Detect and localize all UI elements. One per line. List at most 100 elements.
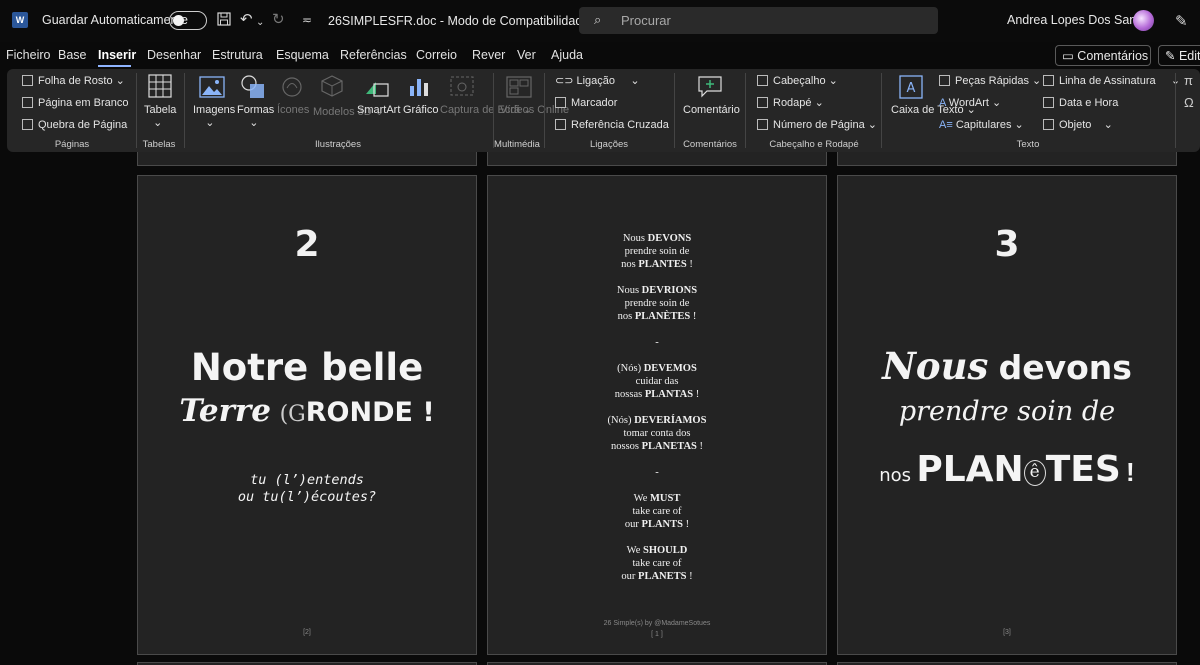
quick-parts-button[interactable]: Peças Rápidas ⌄ (939, 75, 1041, 88)
footer-icon (757, 97, 768, 108)
screenshot-button[interactable]: Captura de Ecrã ⌄ (440, 104, 532, 117)
object-button[interactable]: Objeto ⌄ (1043, 119, 1113, 132)
page-number-button[interactable]: Número de Página ⌄ (757, 119, 877, 132)
text-line: - (488, 336, 826, 349)
cross-reference-button[interactable]: Referência Cruzada (555, 119, 669, 132)
tab-inserir[interactable]: Inserir (98, 48, 136, 62)
tab-esquema[interactable]: Esquema (276, 48, 329, 62)
signature-line-icon (1043, 75, 1054, 86)
line-prefix: Nous (616, 285, 642, 296)
header-button[interactable]: Cabeçalho ⌄ (757, 75, 838, 88)
line-keyword: PLANTS (641, 519, 683, 530)
bookmark-icon (555, 97, 566, 108)
smartart-button[interactable]: SmartArt (357, 104, 400, 117)
online-video-button[interactable]: Vídeos Online (500, 104, 569, 117)
devons-word: devons (998, 348, 1132, 387)
tab-desenhar[interactable]: Desenhar (147, 48, 201, 62)
cover-page-button[interactable]: Folha de Rosto ⌄ (22, 75, 125, 88)
autosave-toggle[interactable] (169, 11, 207, 30)
footer-button[interactable]: Rodapé ⌄ (757, 97, 824, 110)
group-label-ilustracoes: Ilustrações (315, 139, 361, 150)
svg-text:A: A (907, 81, 916, 96)
avatar[interactable] (1133, 10, 1154, 31)
customize-toolbar-icon[interactable]: ≂ (302, 11, 312, 29)
line-suffix: ! (686, 571, 693, 582)
text-line (488, 323, 826, 336)
line-prefix: (Nós) (617, 363, 644, 374)
line-prefix: take care of (632, 558, 682, 569)
terre-word: Terre (179, 393, 271, 429)
undo-dropdown-icon[interactable]: ⌄ (256, 14, 264, 32)
tab-correio[interactable]: Correio (416, 48, 457, 62)
line-keyword: PLANTES (638, 259, 687, 270)
equation-icon[interactable]: π (1184, 74, 1193, 87)
link-button[interactable]: ⊂⊃ Ligação ⌄ (555, 75, 640, 88)
page-footer: [2] (303, 629, 311, 636)
text-line: (Nós) DEVEMOS (488, 362, 826, 375)
tab-estrutura[interactable]: Estrutura (212, 48, 263, 62)
screenshot-icon (450, 76, 474, 96)
line-prefix: We (633, 493, 650, 504)
line-keyword: PLANETAS (641, 441, 697, 452)
tab-ficheiro[interactable]: Ficheiro (6, 48, 50, 62)
undo-icon[interactable]: ↶ (240, 11, 253, 29)
title-line: Nous devons (838, 344, 1176, 388)
line-prefix: cuidar das (635, 376, 679, 387)
plan-word: PLAN (916, 449, 1024, 490)
table-icon (148, 74, 172, 98)
3d-models-button[interactable]: Modelos 3D ⌄ (313, 106, 384, 119)
user-name[interactable]: Andrea Lopes Dos Santos (1007, 13, 1153, 27)
document-title[interactable]: 26SIMPLESFR.doc - Modo de Compatibilidad… (328, 13, 603, 28)
text-line (488, 349, 826, 362)
active-tab-indicator (98, 65, 131, 67)
text-line: - (488, 466, 826, 479)
text-line: take care of (488, 557, 826, 570)
line-suffix: ! (693, 389, 700, 400)
tab-ver[interactable]: Ver (517, 48, 536, 62)
page-number-heading: 2 (294, 224, 320, 265)
drop-cap-button[interactable]: A≡ Capitulares ⌄ (939, 119, 1024, 132)
date-time-button[interactable]: Data e Hora (1043, 97, 1118, 110)
blank-page-button[interactable]: Página em Branco (22, 97, 129, 110)
symbol-icon[interactable]: Ω (1184, 96, 1194, 109)
document-page-left[interactable]: 2 Notre belle Terre (GRONDE ! tu (l’)ent… (137, 175, 477, 655)
text-line: (Nós) DEVERÍAMOS (488, 414, 826, 427)
separator (881, 73, 882, 148)
save-icon[interactable] (216, 11, 232, 32)
comments-button[interactable]: ▭ Comentários (1055, 45, 1151, 66)
line-prefix: tomar conta dos (623, 428, 691, 439)
text-line (488, 271, 826, 284)
separator (493, 73, 494, 148)
text-line: our PLANTS ! (488, 518, 826, 531)
table-button[interactable]: Tabela ⌄ (144, 104, 176, 130)
nous-word: Nous (882, 344, 989, 388)
tab-rever[interactable]: Rever (472, 48, 505, 62)
pen-icon[interactable]: ✎ (1175, 12, 1188, 30)
autosave-label: Guardar Automaticamente (42, 13, 188, 27)
comment-button[interactable]: Comentário (683, 104, 740, 117)
group-label-multimedia: Multimédia (494, 139, 540, 150)
document-page-right[interactable]: 3 Nous devons prendre soin de nos PLAN ê T… (837, 175, 1177, 655)
text-box-button[interactable]: Caixa de Texto ⌄ (891, 104, 976, 117)
separator (184, 73, 185, 148)
page-break-button[interactable]: Quebra de Página (22, 119, 127, 132)
bookmark-button[interactable]: Marcador (555, 97, 617, 110)
document-page-middle[interactable]: Nous DEVONS prendre soin de nos PLANTES ! … (487, 175, 827, 655)
signature-line-button[interactable]: Linha de Assinatura ⌄ (1043, 75, 1180, 88)
search-box[interactable]: ⌕ Procurar (579, 7, 938, 34)
icons-button[interactable]: Ícones (277, 104, 309, 117)
tab-ajuda[interactable]: Ajuda (551, 48, 583, 62)
exclamation: ! (1126, 457, 1135, 487)
text-line: our PLANETS ! (488, 570, 826, 583)
page-footer: [ 1 ] (651, 631, 663, 638)
images-button[interactable]: Imagens ⌄ (193, 104, 235, 130)
shapes-button[interactable]: Formas ⌄ (237, 104, 274, 130)
wordart-button[interactable]: A WordArt ⌄ (939, 97, 1001, 110)
redo-icon[interactable]: ↻ (272, 11, 285, 29)
tab-base[interactable]: Base (58, 48, 87, 62)
line-prefix: - (655, 467, 659, 478)
chart-button[interactable]: Gráfico (403, 104, 438, 117)
header-icon (757, 75, 768, 86)
edit-button[interactable]: ✎ Editar (1158, 45, 1200, 66)
tab-referencias[interactable]: Referências (340, 48, 407, 62)
